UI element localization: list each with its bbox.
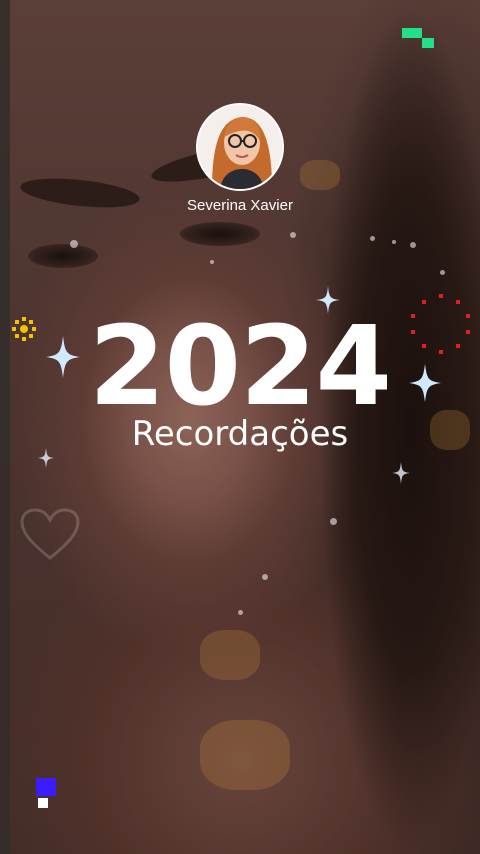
light-dot [262, 574, 268, 580]
sparkle-icon [38, 448, 54, 468]
profile-avatar[interactable] [196, 103, 284, 191]
light-dot [392, 240, 396, 244]
light-dot [410, 242, 416, 248]
avatar-image [198, 105, 282, 189]
light-dot [290, 232, 296, 238]
green-pixel-icon [402, 28, 434, 48]
yellow-sun-icon [12, 317, 36, 341]
light-dot [70, 240, 78, 248]
sparkle-icon [409, 364, 441, 402]
light-dot [330, 518, 337, 525]
bokeh-blob [300, 160, 340, 190]
sparkle-icon [392, 462, 410, 484]
sparkle-icon [316, 286, 340, 314]
light-dot [238, 610, 243, 615]
light-dot [370, 236, 375, 241]
background-eye-right [180, 222, 260, 246]
sparkle-icon [46, 336, 80, 378]
bokeh-blob [200, 630, 260, 680]
heart-icon [20, 508, 80, 560]
memories-subtitle: Recordações [131, 414, 349, 454]
story-screen[interactable]: Severina Xavier 2024 Recordações [0, 0, 480, 854]
blue-pixel-icon [36, 778, 56, 808]
bokeh-blob [200, 720, 290, 790]
light-dot [440, 270, 445, 275]
light-dot [210, 260, 214, 264]
user-name[interactable]: Severina Xavier [0, 197, 480, 214]
red-dot-ring-icon [411, 294, 470, 354]
background-eye-left [28, 244, 98, 268]
